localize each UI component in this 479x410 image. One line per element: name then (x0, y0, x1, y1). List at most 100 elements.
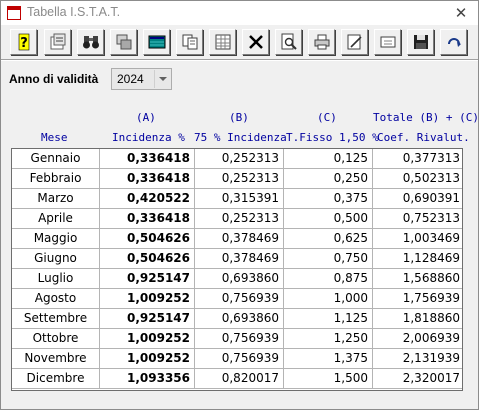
cell-t-fisso: 1,500 (284, 369, 373, 388)
chevron-down-icon[interactable] (154, 70, 170, 88)
grid-icon (215, 34, 231, 50)
title-bar: Tabella I.S.T.A.T. ✕ (1, 1, 478, 25)
screen-icon (380, 36, 396, 48)
toolbar: ? (1, 27, 478, 57)
cell-incidenza: 0,420522 (100, 189, 195, 208)
cell-coef-rivalut: 1,818860 (402, 311, 460, 325)
cell-incidenza: 0,925147 (100, 269, 195, 288)
cell-mese: Giugno (12, 249, 100, 268)
copy-button[interactable] (176, 29, 203, 55)
table-row[interactable]: Marzo 0,420522 0,315391 0,375 0,690391 (12, 189, 462, 209)
table-row[interactable]: Novembre 1,009252 0,756939 1,375 2,131939 (12, 349, 462, 369)
cell-mese: Settembre (12, 309, 100, 328)
help-button[interactable]: ? (10, 29, 37, 55)
col-a-header-bottom: Incidenza % (112, 131, 185, 144)
grid-button[interactable] (209, 29, 236, 55)
cell-75-incidenza: 0,756939 (195, 329, 284, 348)
properties-icon (50, 33, 66, 50)
col-a-header-top: (A) (136, 111, 156, 124)
cell-coef-rivalut: 1,128469 (402, 251, 460, 265)
delete-button[interactable] (242, 29, 269, 55)
cell-coef-rivalut: 0,377313 (402, 151, 460, 165)
cell-75-incidenza: 0,756939 (195, 349, 284, 368)
cell-75-incidenza: 0,820017 (195, 369, 284, 388)
printer-icon (314, 34, 330, 50)
cell-mese: Febbraio (12, 169, 100, 188)
cell-t-fisso: 0,750 (284, 249, 373, 268)
cell-mese: Luglio (12, 269, 100, 288)
table-row[interactable]: Dicembre 1,093356 0,820017 1,500 2,320017 (12, 369, 462, 389)
save-button[interactable] (407, 29, 434, 55)
cell-incidenza: 1,009252 (100, 329, 195, 348)
cell-incidenza: 0,336418 (100, 169, 195, 188)
screen-button[interactable] (374, 29, 401, 55)
cell-coef-rivalut: 0,502313 (402, 171, 460, 185)
cell-incidenza: 1,009252 (100, 349, 195, 368)
cell-t-fisso: 1,125 (284, 309, 373, 328)
cell-75-incidenza: 0,252313 (195, 149, 284, 168)
table-view-button[interactable] (143, 29, 170, 55)
cell-75-incidenza: 0,378469 (195, 249, 284, 268)
cell-incidenza: 0,925147 (100, 309, 195, 328)
table-row[interactable]: Gennaio 0,336418 0,252313 0,125 0,377313 (12, 149, 462, 169)
cell-t-fisso: 1,000 (284, 289, 373, 308)
cell-coef-rivalut: 1,568860 (402, 271, 460, 285)
table-row[interactable]: Agosto 1,009252 0,756939 1,000 1,756939 (12, 289, 462, 309)
cell-incidenza: 0,504626 (100, 249, 195, 268)
copy-window-button[interactable] (110, 29, 137, 55)
close-button[interactable]: ✕ (450, 3, 472, 23)
properties-button[interactable] (44, 29, 71, 55)
preview-button[interactable] (275, 29, 302, 55)
toolbar-separator (1, 59, 478, 61)
floppy-disk-icon (414, 35, 428, 49)
col-c-header-bottom: T.Fisso 1,50 % (286, 131, 379, 144)
edit-button[interactable] (341, 29, 368, 55)
cell-coef-rivalut: 1,003469 (402, 231, 460, 245)
cell-coef-rivalut: 2,131939 (402, 351, 460, 365)
cell-75-incidenza: 0,693860 (195, 269, 284, 288)
cell-75-incidenza: 0,378469 (195, 229, 284, 248)
find-button[interactable] (77, 29, 104, 55)
cell-75-incidenza: 0,252313 (195, 209, 284, 228)
col-mese-header: Mese (41, 131, 68, 144)
binoculars-icon (83, 36, 99, 49)
cell-75-incidenza: 0,693860 (195, 309, 284, 328)
cell-t-fisso: 1,375 (284, 349, 373, 368)
cell-coef-rivalut: 0,690391 (402, 191, 460, 205)
table-row[interactable]: Febbraio 0,336418 0,252313 0,250 0,502313 (12, 169, 462, 189)
anno-validita-select[interactable]: 2024 (111, 68, 172, 90)
cell-mese: Marzo (12, 189, 100, 208)
refresh-button[interactable] (440, 29, 467, 55)
print-button[interactable] (308, 29, 335, 55)
cell-incidenza: 0,336418 (100, 149, 195, 168)
table-row[interactable]: Luglio 0,925147 0,693860 0,875 1,568860 (12, 269, 462, 289)
table-row[interactable]: Maggio 0,504626 0,378469 0,625 1,003469 (12, 229, 462, 249)
cell-coef-rivalut: 1,756939 (402, 291, 460, 305)
cell-75-incidenza: 0,756939 (195, 289, 284, 308)
cell-t-fisso: 1,250 (284, 329, 373, 348)
table-row[interactable]: Giugno 0,504626 0,378469 0,750 1,128469 (12, 249, 462, 269)
cell-mese: Novembre (12, 349, 100, 368)
table-row[interactable]: Ottobre 1,009252 0,756939 1,250 2,006939 (12, 329, 462, 349)
cell-t-fisso: 0,375 (284, 189, 373, 208)
table-row[interactable]: Settembre 0,925147 0,693860 1,125 1,818860 (12, 309, 462, 329)
col-total-header-top: Totale (B) + (C) (373, 111, 479, 124)
cell-t-fisso: 0,500 (284, 209, 373, 228)
app-window-icon (7, 6, 21, 20)
refresh-icon (448, 38, 461, 47)
edit-page-icon (347, 34, 362, 50)
anno-validita-label: Anno di validità (9, 72, 99, 86)
cell-coef-rivalut: 2,320017 (402, 371, 460, 385)
cell-mese: Dicembre (12, 369, 100, 388)
anno-validita-value: 2024 (117, 72, 144, 86)
cell-incidenza: 1,009252 (100, 289, 195, 308)
col-b-header-bottom: 75 % Incidenza (194, 131, 287, 144)
cell-mese: Gennaio (12, 149, 100, 168)
table-row[interactable]: Aprile 0,336418 0,252313 0,500 0,752313 (12, 209, 462, 229)
col-total-header-bottom: Coef. Rivalut. (377, 131, 470, 144)
cell-mese: Maggio (12, 229, 100, 248)
cell-t-fisso: 0,250 (284, 169, 373, 188)
istat-table-window: Tabella I.S.T.A.T. ✕ ? Anno di validità … (0, 0, 479, 410)
copy-document-icon (182, 34, 198, 50)
col-c-header-top: (C) (317, 111, 337, 124)
